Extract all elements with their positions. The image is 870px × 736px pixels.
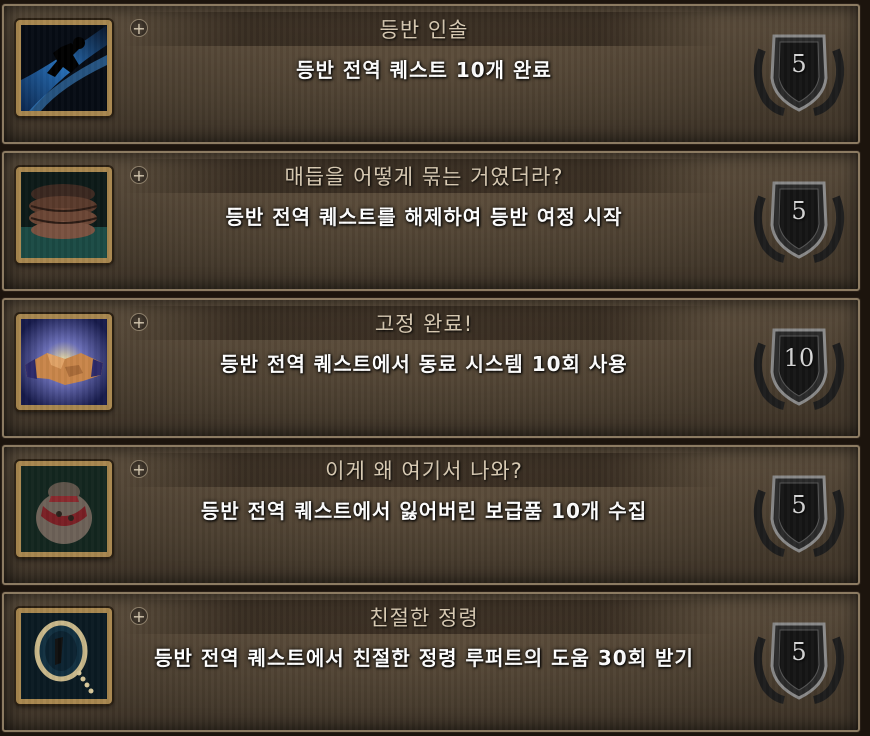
points-value: 5	[791, 50, 807, 78]
achievement-row[interactable]: + 이게 왜 여기서 나와? 등반 전역 퀘스트에서 잃어버린 보급품 10개 …	[2, 445, 860, 585]
points-value: 5	[791, 638, 807, 666]
coiled-rope-icon	[16, 167, 112, 263]
points-value: 5	[791, 197, 807, 225]
achievement-description: 등반 전역 퀘스트에서 잃어버린 보급품 10개 수집	[200, 499, 648, 523]
achievement-title: 매듭을 어떻게 묶는 거였더라?	[284, 165, 564, 189]
achievement-description: 등반 전역 퀘스트 10개 완료	[296, 58, 552, 82]
achievement-row[interactable]: + 친절한 정령 등반 전역 퀘스트에서 친절한 정령 루퍼트의 도움 30회 …	[2, 592, 860, 732]
handshake-icon	[16, 314, 112, 410]
points-value: 5	[791, 491, 807, 519]
achievement-description: 등반 전역 퀘스트에서 동료 시스템 10회 사용	[220, 352, 628, 376]
achievement-description: 등반 전역 퀘스트를 해제하여 등반 여정 시작	[225, 205, 623, 229]
points-badge: 5	[744, 167, 854, 267]
achievement-description: 등반 전역 퀘스트에서 친절한 정령 루퍼트의 도움 30회 받기	[154, 646, 694, 670]
achievement-list: + 등반 인솔 등반 전역 퀘스트 10개 완료 5 + 매듭을 어떻게 묶는 …	[0, 0, 870, 736]
running-figure-icon	[16, 20, 112, 116]
achievement-title: 고정 완료!	[374, 312, 474, 336]
supply-sack-icon	[16, 461, 112, 557]
points-value: 10	[783, 344, 815, 372]
achievement-row[interactable]: + 등반 인솔 등반 전역 퀘스트 10개 완료 5	[2, 4, 860, 144]
points-badge: 5	[744, 608, 854, 708]
achievement-row[interactable]: + 고정 완료! 등반 전역 퀘스트에서 동료 시스템 10회 사용 10	[2, 298, 860, 438]
points-badge: 10	[744, 314, 854, 414]
spirit-mirror-icon	[16, 608, 112, 704]
achievement-row[interactable]: + 매듭을 어떻게 묶는 거였더라? 등반 전역 퀘스트를 해제하여 등반 여정…	[2, 151, 860, 291]
achievement-title: 등반 인솔	[379, 18, 469, 42]
points-badge: 5	[744, 461, 854, 561]
points-badge: 5	[744, 20, 854, 120]
achievement-title: 친절한 정령	[369, 606, 479, 630]
achievement-title: 이게 왜 여기서 나와?	[325, 459, 523, 483]
